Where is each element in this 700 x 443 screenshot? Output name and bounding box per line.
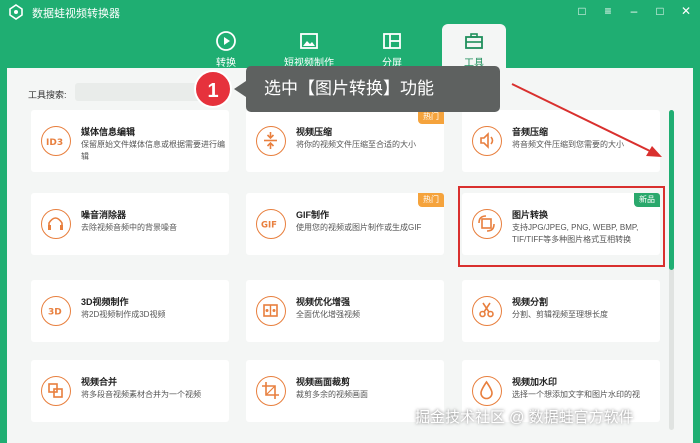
id3-icon: ID3 [41, 126, 71, 156]
card-desc: 去除视频音频中的背景噪音 [81, 223, 177, 232]
card-desc: 选择一个想添加文字和图片水印的视 [512, 390, 640, 399]
convert-icon [216, 31, 236, 51]
card-title: 视频分割 [512, 297, 549, 307]
card-title: 3D视频制作 [81, 297, 129, 307]
enhance-icon [256, 296, 286, 326]
search-label: 工具搜索: [28, 90, 67, 100]
card-desc: 全面优化增强视频 [296, 310, 360, 319]
watermark-icon [472, 376, 502, 406]
tool-card-noise-remover[interactable]: 噪音消除器 去除视频音频中的背景噪音 [31, 193, 229, 255]
svg-text:GIF: GIF [261, 221, 277, 231]
menu-icon[interactable]: ≡ [600, 3, 616, 19]
scissors-icon [472, 296, 502, 326]
gif-icon: GIF [256, 209, 286, 239]
tool-card-gif-maker[interactable]: 热门 GIF GIF制作 使用您的视频或图片制作或生成GIF [246, 193, 444, 255]
app-title: 数据蛙视频转换器 [32, 8, 120, 20]
card-title: 媒体信息编辑 [81, 127, 136, 137]
tab-split-screen[interactable]: 分屏 [360, 24, 424, 69]
hot-badge: 热门 [418, 193, 444, 207]
card-title: 视频加水印 [512, 377, 558, 387]
search-input[interactable] [75, 83, 210, 101]
card-desc: 将2D视频制作成3D视频 [81, 310, 166, 319]
minimize-icon[interactable]: – [626, 3, 642, 19]
video-maker-icon [300, 33, 318, 49]
scrollbar-thumb[interactable] [669, 110, 674, 270]
tool-card-audio-compress[interactable]: 音频压缩 将音频文件压缩到您需要的大小 [462, 110, 660, 172]
card-title: 视频优化增强 [296, 297, 351, 307]
card-desc: 将你的视频文件压缩至合适的大小 [296, 140, 416, 149]
tab-tools[interactable]: 工具 [442, 24, 506, 69]
3d-icon: 3D [41, 296, 71, 326]
card-title: 音频压缩 [512, 127, 549, 137]
tab-video-maker[interactable]: 短视频制作 [277, 24, 341, 69]
tool-card-media-info[interactable]: ID3 媒体信息编辑 保留原始文件媒体信息或根据需要进行编辑 [31, 110, 229, 172]
audio-compress-icon [472, 126, 502, 156]
card-title: 噪音消除器 [81, 210, 127, 220]
highlight-box [458, 186, 665, 267]
compress-icon [256, 126, 286, 156]
card-title: 视频合并 [81, 377, 118, 387]
card-title: GIF制作 [296, 210, 329, 220]
hot-badge: 热门 [418, 110, 444, 124]
main-tabs: 转换 短视频制作 分屏 工具 [0, 24, 700, 69]
tool-card-video-compress[interactable]: 热门 视频压缩 将你的视频文件压缩至合适的大小 [246, 110, 444, 172]
instruction-callout: 选中【图片转换】功能 [234, 66, 500, 112]
svg-text:ID3: ID3 [46, 138, 63, 148]
step-number-badge: 1 [194, 70, 232, 108]
feedback-icon[interactable]: □ [574, 3, 590, 19]
card-title: 视频压缩 [296, 127, 333, 137]
card-desc: 分割、剪辑视频至理想长度 [512, 310, 608, 319]
card-desc: 保留原始文件媒体信息或根据需要进行编辑 [81, 140, 225, 161]
card-desc: 将音频文件压缩到您需要的大小 [512, 140, 624, 149]
merge-icon [41, 376, 71, 406]
maximize-icon[interactable]: □ [652, 3, 668, 19]
card-desc: 将多段音视频素材合并为一个视频 [81, 390, 201, 399]
card-title: 视频画面裁剪 [296, 377, 351, 387]
tool-card-video-enhance[interactable]: 视频优化增强 全面优化增强视频 [246, 280, 444, 342]
watermark-text: 掘金技术社区 @ 数据蛙官方软件 [415, 409, 634, 426]
tab-convert[interactable]: 转换 [194, 24, 258, 69]
card-desc: 裁剪多余的视频画面 [296, 390, 368, 399]
app-logo-icon [9, 4, 23, 20]
noise-icon [41, 209, 71, 239]
close-icon[interactable]: ✕ [678, 3, 694, 19]
svg-text:3D: 3D [48, 308, 62, 318]
tool-card-3d-video[interactable]: 3D 3D视频制作 将2D视频制作成3D视频 [31, 280, 229, 342]
card-desc: 使用您的视频或图片制作或生成GIF [296, 223, 422, 232]
tool-card-video-split[interactable]: 视频分割 分割、剪辑视频至理想长度 [462, 280, 660, 342]
crop-icon [256, 376, 286, 406]
split-screen-icon [383, 33, 401, 49]
tool-card-video-merge[interactable]: 视频合并 将多段音视频素材合并为一个视频 [31, 360, 229, 422]
title-bar: 数据蛙视频转换器 □ ≡ – □ ✕ [0, 0, 700, 24]
toolbox-icon [465, 33, 483, 49]
